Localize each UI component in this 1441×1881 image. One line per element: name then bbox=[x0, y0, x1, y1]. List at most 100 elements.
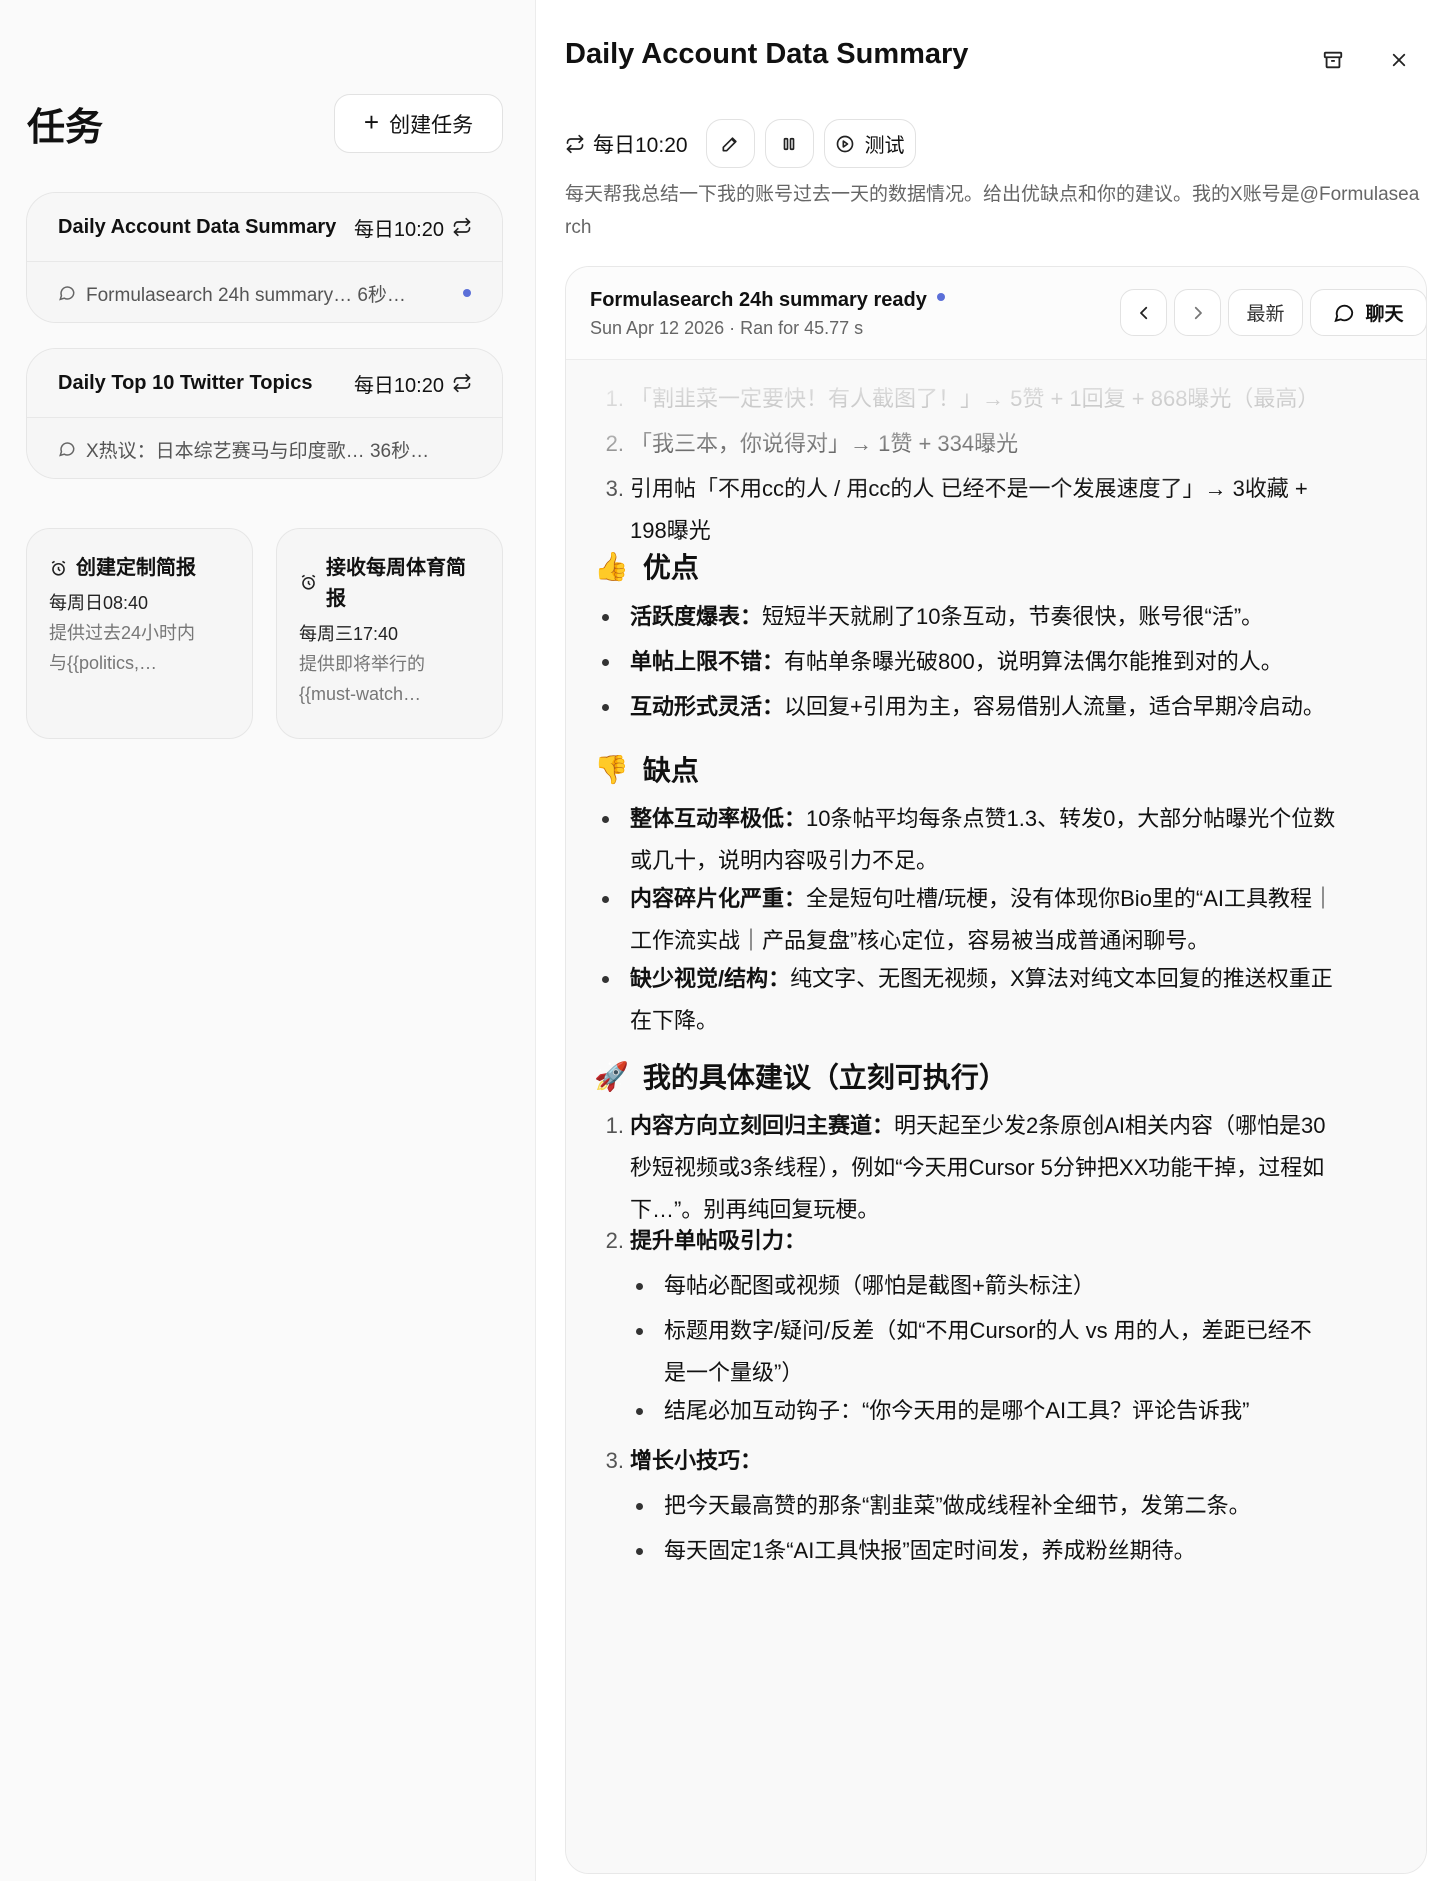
list-item-text: 引用帖「不用cc的人 / 用cc的人 已经不是一个发展速度了」→ 3收藏 + bbox=[630, 476, 1308, 501]
sub-bullet-text: 结尾必加互动钩子：“你今天用的是哪个AI工具？评论告诉我” bbox=[664, 1398, 1250, 1423]
template-title: 接收每周体育简 报 bbox=[326, 553, 466, 615]
plus-icon: + bbox=[363, 107, 380, 137]
list-item-value: 明天起至少发2条原创AI相关内容（哪怕是30 bbox=[894, 1113, 1326, 1138]
repeat-icon bbox=[566, 134, 584, 153]
list-item-text-cont: 198曝光 bbox=[630, 518, 711, 543]
archive-button[interactable] bbox=[1315, 42, 1351, 78]
template-title-line2: 报 bbox=[326, 588, 346, 610]
template-card-custom-briefing[interactable]: 创建定制简报 每周日08:40 提供过去24小时内 与{{politics,… bbox=[26, 528, 253, 739]
create-task-label: 创建任务 bbox=[389, 113, 474, 137]
bullet-value: 10条帖平均每条点赞1.3、转发0，大部分帖曝光个位数 bbox=[806, 806, 1336, 831]
sub-bullet-text: 每帖必配图或视频（哪怕是截图+箭头标注） bbox=[664, 1273, 1095, 1298]
list-item-text: 「割韭菜一定要快！有人截图了！」→ 5赞 + 1回复 + 868曝光（最高） bbox=[630, 386, 1320, 411]
rocket-icon: 🚀 bbox=[594, 1059, 629, 1093]
sub-bullet-text: 每天固定1条“AI工具快报”固定时间发，养成粉丝期待。 bbox=[664, 1538, 1196, 1563]
bullet-value: 短短半天就刷了10条互动，节奏很快，账号很“活”。 bbox=[762, 604, 1264, 629]
bullet-value: 有帖单条曝光破800，说明算法偶尔能推到对的人。 bbox=[784, 649, 1283, 674]
latest-run-button[interactable]: 最新 bbox=[1228, 289, 1303, 336]
bullet-key: 互动形式灵活： bbox=[630, 694, 785, 719]
task-last-run: Formulasearch 24h summary… 6秒… bbox=[86, 284, 406, 306]
bullet-key: 内容碎片化严重： bbox=[630, 886, 807, 911]
run-title: Formulasearch 24h summary ready bbox=[590, 289, 945, 312]
detail-title: Daily Account Data Summary bbox=[565, 38, 969, 70]
bullet-key: 缺少视觉/结构： bbox=[630, 966, 791, 991]
bullet-value: 以回复+引用为主，容易借别人流量，适合早期冷启动。 bbox=[784, 694, 1325, 719]
test-label: 测试 bbox=[864, 135, 905, 157]
list-item-value-cont: 秒短视频或3条线程），例如“今天用Cursor 5分钟把XX功能干掉，过程如 bbox=[630, 1155, 1325, 1180]
list-item: 3. 引用帖「不用cc的人 / 用cc的人 已经不是一个发展速度了」→ 3收藏 … bbox=[596, 468, 1408, 552]
bullet-item: 整体互动率极低：10条帖平均每条点赞1.3、转发0，大部分帖曝光个位数 或几十，… bbox=[596, 798, 1408, 882]
template-title-line1: 接收每周体育简 bbox=[326, 557, 466, 579]
create-task-button[interactable]: + 创建任务 bbox=[334, 94, 503, 153]
sub-bullet-text: 标题用数字/疑问/反差（如“不用Cursor的人 vs 用的人，差距已经不 bbox=[664, 1318, 1312, 1343]
chat-button[interactable]: 聊天 bbox=[1310, 289, 1426, 336]
sub-bullet-item: 结尾必加互动钩子：“你今天用的是哪个AI工具？评论告诉我” bbox=[630, 1390, 1410, 1432]
template-card-sports-briefing[interactable]: 接收每周体育简 报 每周三17:40 提供即将举行的 {{must-watch… bbox=[276, 528, 503, 739]
task-schedule: 每日10:20 bbox=[354, 369, 472, 398]
bullet-item: 单帖上限不错：有帖单条曝光破800，说明算法偶尔能推到对的人。 bbox=[596, 641, 1408, 683]
edit-button[interactable] bbox=[705, 119, 755, 168]
bullet-item: 内容碎片化严重：全是短句吐槽/玩梗，没有体现你Bio里的“AI工具教程｜ 工作流… bbox=[596, 878, 1408, 962]
sub-bullet-item: 标题用数字/疑问/反差（如“不用Cursor的人 vs 用的人，差距已经不 是一… bbox=[630, 1310, 1410, 1394]
run-content: 1. 「割韭菜一定要快！有人截图了！」→ 5赞 + 1回复 + 868曝光（最高… bbox=[566, 359, 1426, 1873]
heading-text: 我的具体建议（立刻可执行） bbox=[642, 1062, 1007, 1093]
heading-text: 优点 bbox=[642, 552, 699, 583]
task-card-daily-account[interactable]: Daily Account Data Summary 每日10:20 Formu… bbox=[26, 192, 503, 323]
bullet-value: 全是短句吐槽/玩梗，没有体现你Bio里的“AI工具教程｜ bbox=[806, 886, 1335, 911]
close-button[interactable] bbox=[1381, 42, 1417, 78]
template-desc-line2: 与{{politics,… bbox=[49, 653, 158, 673]
task-schedule: 每日10:20 bbox=[354, 213, 472, 242]
template-desc-line2: {{must-watch… bbox=[299, 684, 422, 704]
task-sidebar: 任务 + 创建任务 Daily Account Data Summary 每日1… bbox=[0, 0, 536, 1881]
pause-button[interactable] bbox=[764, 119, 814, 168]
repeat-icon bbox=[453, 373, 471, 393]
bullet-key: 活跃度爆表： bbox=[630, 604, 763, 629]
run-title-text: Formulasearch 24h summary ready bbox=[590, 289, 927, 311]
bullet-item: 活跃度爆表：短短半天就刷了10条互动，节奏很快，账号很“活”。 bbox=[596, 596, 1408, 638]
alarm-clock-icon bbox=[301, 574, 316, 590]
detail-toolbar: 每日10:20 测试 bbox=[565, 119, 916, 168]
chat-bubble-icon bbox=[59, 286, 75, 301]
sub-bullet-item: 每天固定1条“AI工具快报”固定时间发，养成粉丝期待。 bbox=[630, 1530, 1410, 1572]
chat-label: 聊天 bbox=[1365, 304, 1404, 325]
test-button[interactable]: 测试 bbox=[823, 119, 916, 168]
section-heading-advice: 🚀 我的具体建议（立刻可执行） bbox=[594, 1056, 1007, 1096]
bullet-key: 单帖上限不错： bbox=[630, 649, 785, 674]
task-last-run: X热议：日本综艺赛马与印度歌… 36秒… bbox=[86, 440, 430, 462]
run-header: Formulasearch 24h summary ready Sun Apr … bbox=[566, 267, 1426, 360]
list-item-key: 增长小技巧： bbox=[630, 1448, 763, 1473]
previous-run-button[interactable] bbox=[1120, 289, 1167, 336]
archive-icon bbox=[1323, 51, 1343, 69]
list-item: 2. 提升单帖吸引力： bbox=[605, 1228, 807, 1253]
run-result-panel: Formulasearch 24h summary ready Sun Apr … bbox=[565, 266, 1427, 1874]
next-run-button[interactable] bbox=[1174, 289, 1221, 336]
unread-dot bbox=[936, 292, 945, 301]
list-item-key: 内容方向立刻回归主赛道： bbox=[630, 1113, 895, 1138]
bullet-value-cont: 或几十，说明内容吸引力不足。 bbox=[630, 848, 939, 873]
repeat-icon bbox=[453, 217, 471, 237]
bullet-item: 缺少视觉/结构：纯文字、无图无视频，X算法对纯文本回复的推送权重正 在下降。 bbox=[596, 958, 1408, 1042]
list-item-text: 「我三本，你说得对」→ 1赞 + 334曝光 bbox=[630, 431, 1019, 456]
task-schedule-text: 每日10:20 bbox=[353, 218, 444, 241]
bullet-value-cont: 在下降。 bbox=[630, 1008, 719, 1033]
thumbs-down-icon: 👎 bbox=[594, 752, 629, 786]
chevron-right-icon bbox=[1194, 306, 1202, 319]
bullet-key: 整体互动率极低： bbox=[630, 806, 807, 831]
template-schedule: 每周日08:40 bbox=[49, 593, 149, 613]
close-icon bbox=[1392, 53, 1406, 67]
list-item: 1. 内容方向立刻回归主赛道：明天起至少发2条原创AI相关内容（哪怕是30 秒短… bbox=[596, 1105, 1408, 1231]
section-heading-pros: 👍 优点 bbox=[594, 546, 699, 586]
bullet-item: 互动形式灵活：以回复+引用为主，容易借别人流量，适合早期冷启动。 bbox=[596, 686, 1408, 728]
schedule-text: 每日10:20 bbox=[593, 133, 688, 157]
template-desc-line1: 提供即将举行的 bbox=[299, 654, 425, 674]
template-desc-line1: 提供过去24小时内 bbox=[49, 623, 196, 643]
sub-bullet-text-cont: 是一个量级”） bbox=[664, 1360, 804, 1385]
schedule-chip: 每日10:20 bbox=[565, 129, 688, 159]
task-card-twitter-topics[interactable]: Daily Top 10 Twitter Topics 每日10:20 X热议：… bbox=[26, 348, 503, 479]
list-item: 3. 增长小技巧： bbox=[605, 1448, 763, 1473]
heading-text: 缺点 bbox=[642, 755, 699, 786]
pause-icon bbox=[783, 137, 795, 150]
run-meta: Sun Apr 12 2026 · Ran for 45.77 s bbox=[590, 318, 864, 338]
task-detail-panel: Daily Account Data Summary 每日10:20 测试 每天… bbox=[537, 0, 1441, 1881]
task-name: Daily Top 10 Twitter Topics bbox=[58, 371, 313, 394]
